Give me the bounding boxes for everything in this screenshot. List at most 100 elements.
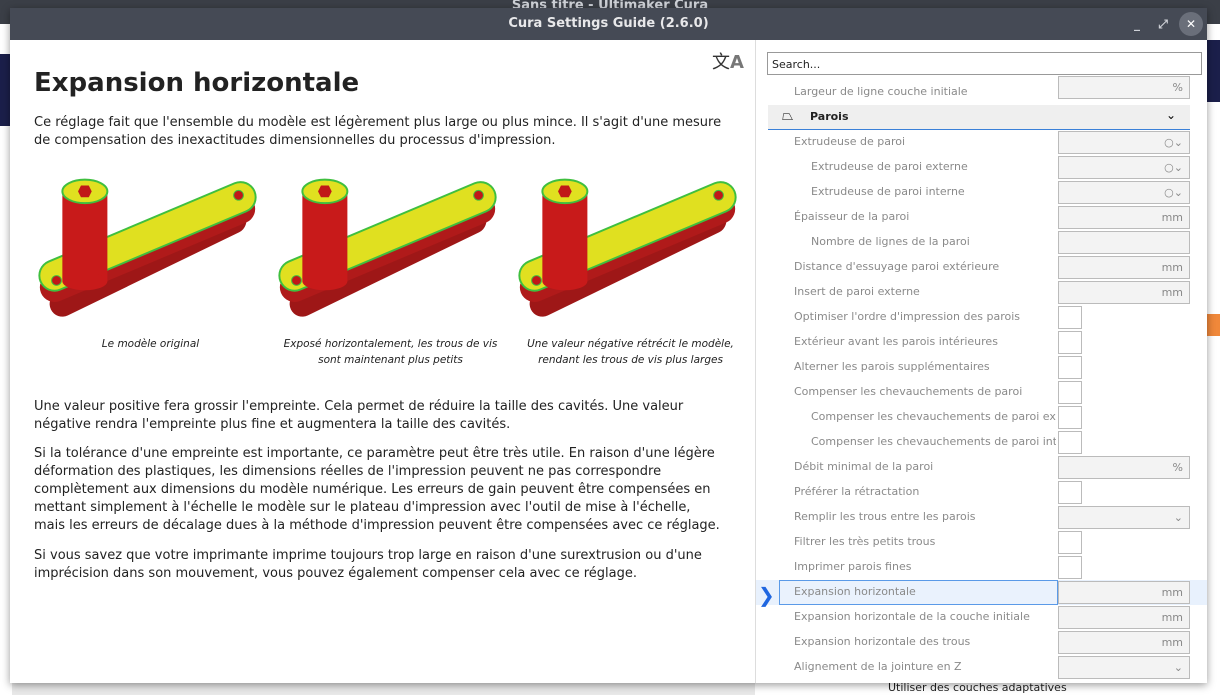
article-paragraph: Si la tolérance d'une empreinte est impo… — [34, 446, 720, 533]
setting-label: Compenser les chevauchements de paroi — [794, 385, 1023, 398]
setting-input[interactable]: % — [1058, 456, 1190, 479]
figure-positive: Exposé horizontalement, les trous de vis… — [273, 170, 508, 368]
setting-label: Alterner les parois supplémentaires — [794, 360, 990, 373]
setting-label: Expansion horizontale de la couche initi… — [794, 610, 1030, 623]
setting-row[interactable]: Compenser les chevauchements de paroi ex… — [756, 405, 1207, 430]
setting-row[interactable]: Extrudeuse de paroi interne ○⌄ — [756, 180, 1207, 205]
setting-checkbox[interactable] — [1058, 331, 1082, 354]
setting-row[interactable]: Imprimer parois fines — [756, 555, 1207, 580]
setting-row[interactable]: Alterner les parois supplémentaires — [756, 355, 1207, 380]
settings-panel: Search... Largeur de ligne couche initia… — [755, 40, 1207, 683]
translate-icon[interactable]: 文A — [712, 48, 744, 74]
setting-row[interactable]: Extérieur avant les parois intérieures — [756, 330, 1207, 355]
setting-row[interactable]: Compenser les chevauchements de paroi — [756, 380, 1207, 405]
setting-label: Filtrer les très petits trous — [794, 535, 936, 548]
extruder-select[interactable]: ○⌄ — [1058, 181, 1190, 204]
setting-input[interactable]: mm — [1058, 206, 1190, 229]
setting-input[interactable]: ⌄ — [1058, 656, 1190, 679]
category-label: Parois — [810, 110, 849, 123]
setting-label: Imprimer parois fines — [794, 560, 912, 573]
dialog-title: Cura Settings Guide (2.6.0) — [508, 16, 709, 31]
setting-row[interactable]: Insert de paroi externe mm — [756, 280, 1207, 305]
setting-label: Extérieur avant les parois intérieures — [794, 335, 998, 348]
setting-input[interactable] — [1058, 231, 1190, 254]
setting-label: Épaisseur de la paroi — [794, 210, 910, 223]
setting-input[interactable]: ⌄ — [1058, 506, 1190, 529]
setting-row[interactable]: Filtrer les très petits trous — [756, 530, 1207, 555]
model-image — [513, 170, 748, 340]
extruder-select[interactable]: ○⌄ — [1058, 156, 1190, 179]
figure-caption: Exposé horizontalement, les trous de vis… — [283, 338, 498, 366]
setting-label: Extrudeuse de paroi — [794, 135, 906, 148]
maximize-icon[interactable]: ⤢ — [1151, 12, 1175, 36]
setting-row[interactable]: Préférer la rétractation — [756, 480, 1207, 505]
setting-input[interactable]: mm — [1058, 581, 1190, 604]
setting-checkbox[interactable] — [1058, 481, 1082, 504]
dialog-titlebar: Cura Settings Guide (2.6.0) _ ⤢ ✕ — [10, 8, 1207, 40]
printed-model-illustration — [273, 170, 503, 340]
setting-label: Distance d'essuyage paroi extérieure — [794, 260, 1000, 273]
setting-row[interactable]: Épaisseur de la paroi mm — [756, 205, 1207, 230]
figure-negative: Une valeur négative rétrécit le modèle, … — [513, 170, 748, 368]
article-paragraph: Une valeur positive fera grossir l'empre… — [34, 399, 684, 432]
chevron-down-icon: ⌄ — [1165, 108, 1176, 122]
setting-input[interactable]: mm — [1058, 256, 1190, 279]
article-intro: Ce réglage fait que l'ensemble du modèle… — [34, 115, 722, 148]
setting-row[interactable]: Optimiser l'ordre d'impression des paroi… — [756, 305, 1207, 330]
printed-model-illustration — [33, 170, 263, 340]
article-panel: 文A Expansion horizontale Ce réglage fait… — [10, 40, 755, 683]
setting-checkbox[interactable] — [1058, 306, 1082, 329]
setting-row[interactable]: Extrudeuse de paroi ○⌄ — [756, 130, 1207, 155]
setting-row[interactable]: Compenser les chevauchements de paroi in… — [756, 430, 1207, 455]
walls-icon: ⏢ — [782, 108, 794, 124]
setting-input[interactable]: mm — [1058, 631, 1190, 654]
article-title: Expansion horizontale — [34, 68, 360, 98]
setting-label: Préférer la rétractation — [794, 485, 920, 498]
extruder-select[interactable]: ○⌄ — [1058, 131, 1190, 154]
figure-caption: Le modèle original — [101, 338, 200, 350]
setting-checkbox[interactable] — [1058, 356, 1082, 379]
setting-row-selected[interactable]: ❯ Expansion horizontale mm — [756, 580, 1207, 607]
figure-caption: Une valeur négative rétrécit le modèle, … — [527, 338, 734, 366]
setting-row[interactable]: Extrudeuse de paroi externe ○⌄ — [756, 155, 1207, 180]
setting-label: Optimiser l'ordre d'impression des paroi… — [794, 310, 1020, 323]
setting-checkbox[interactable] — [1058, 531, 1082, 554]
setting-row[interactable]: Alignement de la jointure en Z ⌄ — [756, 655, 1207, 680]
setting-row[interactable]: Expansion horizontale de la couche initi… — [756, 605, 1207, 630]
setting-label: Extrudeuse de paroi externe — [811, 160, 968, 173]
category-parois[interactable]: ⏢ Parois ⌄ — [768, 105, 1190, 130]
setting-label: Compenser les chevauchements de paroi in… — [811, 435, 1056, 448]
setting-label: Expansion horizontale des trous — [794, 635, 971, 648]
setting-input[interactable]: mm — [1058, 606, 1190, 629]
current-setting-arrow-icon: ❯ — [758, 583, 775, 607]
setting-label: Extrudeuse de paroi interne — [811, 185, 965, 198]
setting-row[interactable]: Remplir les trous entre les parois ⌄ — [756, 505, 1207, 530]
setting-checkbox[interactable] — [1058, 406, 1082, 429]
model-image — [273, 170, 508, 340]
figure-original: Le modèle original — [33, 170, 268, 352]
setting-input[interactable]: % — [1058, 76, 1190, 99]
model-image — [33, 170, 268, 340]
setting-input[interactable]: mm — [1058, 281, 1190, 304]
setting-row[interactable]: Expansion horizontale des trous mm — [756, 630, 1207, 655]
setting-label: Nombre de lignes de la paroi — [811, 235, 970, 248]
setting-row: Largeur de ligne couche initiale % — [756, 76, 1207, 105]
setting-checkbox[interactable] — [1058, 556, 1082, 579]
setting-label: Remplir les trous entre les parois — [794, 510, 976, 523]
setting-row[interactable]: Nombre de lignes de la paroi — [756, 230, 1207, 255]
article-paragraph: Si vous savez que votre imprimante impri… — [34, 548, 702, 581]
close-icon[interactable]: ✕ — [1179, 12, 1203, 36]
setting-checkbox[interactable] — [1058, 381, 1082, 404]
setting-label: Largeur de ligne couche initiale — [794, 85, 968, 98]
setting-row[interactable]: Distance d'essuyage paroi extérieure mm — [756, 255, 1207, 280]
setting-label: Compenser les chevauchements de paroi ex… — [811, 410, 1056, 423]
search-input[interactable]: Search... — [767, 52, 1202, 75]
settings-guide-dialog: Cura Settings Guide (2.6.0) _ ⤢ ✕ 文A Exp… — [10, 8, 1207, 683]
minimize-icon[interactable]: _ — [1125, 12, 1149, 36]
background-setting-row: Utiliser des couches adaptatives — [755, 681, 1207, 695]
setting-checkbox[interactable] — [1058, 431, 1082, 454]
setting-label: Insert de paroi externe — [794, 285, 920, 298]
printed-model-illustration — [513, 170, 743, 340]
background-window-right — [1206, 24, 1220, 695]
setting-row[interactable]: Débit minimal de la paroi% — [756, 455, 1207, 480]
